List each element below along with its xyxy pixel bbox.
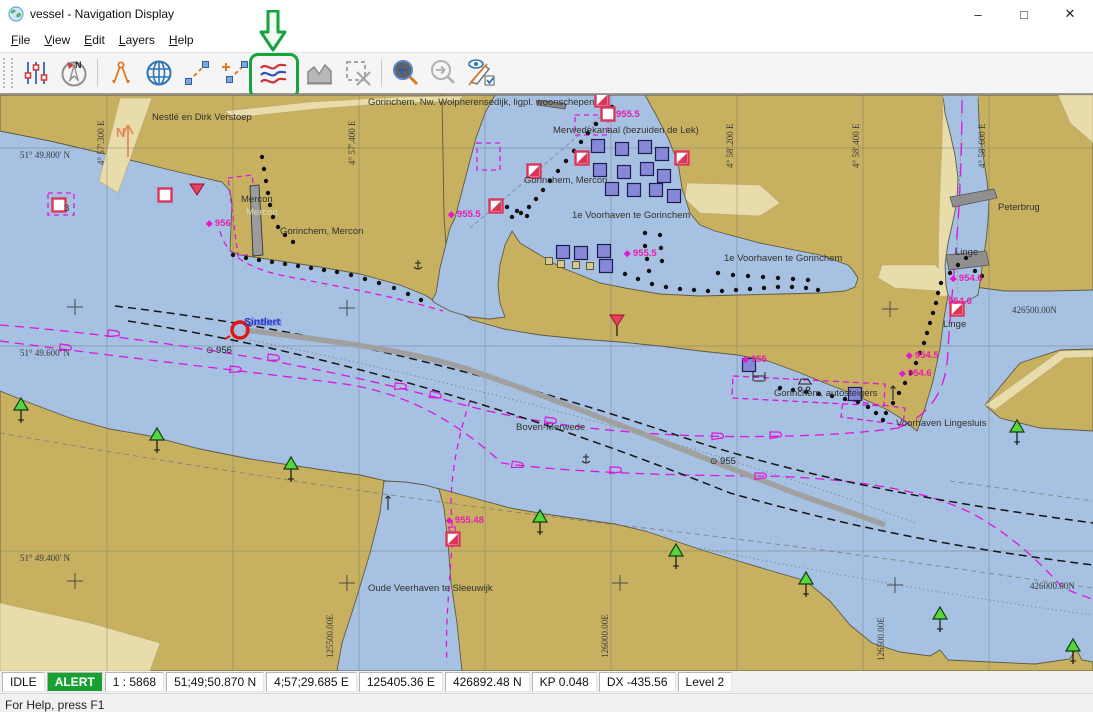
status-kp: KP 0.048 xyxy=(532,672,597,692)
status-scale: 1 : 5868 xyxy=(105,672,164,692)
orientation-compass-button[interactable]: N xyxy=(55,56,93,90)
toolbar-separator xyxy=(296,59,297,87)
status-alert-badge: ALERT xyxy=(47,672,103,692)
help-bar: For Help, press F1 xyxy=(0,693,1093,712)
chart-view[interactable]: Gorinchem, Nw. Wolpherensedijk, ligpl. w… xyxy=(0,94,1093,671)
toolbar-separator xyxy=(97,59,98,87)
clear-selection-button[interactable] xyxy=(339,56,377,90)
zoom-next-button[interactable] xyxy=(424,56,462,90)
projection-globe-button[interactable] xyxy=(140,56,178,90)
deselect-icon xyxy=(343,58,373,88)
maximize-button[interactable]: □ xyxy=(1001,0,1047,28)
vessel-visibility-button[interactable] xyxy=(462,56,500,90)
toolbar: N xyxy=(0,53,1093,94)
add-route-point-button[interactable] xyxy=(216,56,254,90)
menu-edit[interactable]: Edit xyxy=(77,30,112,50)
menu-file[interactable]: File xyxy=(4,30,37,50)
minimize-button[interactable]: – xyxy=(955,0,1001,28)
zoom-previous-button[interactable] xyxy=(386,56,424,90)
status-level: Level 2 xyxy=(678,672,733,692)
status-easting: 125405.36 E xyxy=(359,672,443,692)
help-text: For Help, press F1 xyxy=(5,698,104,712)
vessel-check-icon xyxy=(465,58,497,88)
status-dx: DX -435.56 xyxy=(599,672,676,692)
north-compass-icon: N xyxy=(59,58,89,88)
nautical-chart xyxy=(0,95,1093,671)
menu-view[interactable]: View xyxy=(37,30,77,50)
area-chart-icon xyxy=(304,58,336,88)
sliders-icon xyxy=(22,59,50,87)
status-longitude: 4;57;29.685 E xyxy=(266,672,357,692)
status-northing: 426892.48 N xyxy=(445,672,530,692)
depth-profile-button[interactable] xyxy=(301,56,339,90)
window-title: vessel - Navigation Display xyxy=(30,7,174,21)
waterway-guidance-button[interactable] xyxy=(254,56,292,90)
title-bar: vessel - Navigation Display – □ ✕ xyxy=(0,0,1093,28)
toolbar-separator xyxy=(381,59,382,87)
menu-layers[interactable]: Layers xyxy=(112,30,162,50)
waves-icon xyxy=(258,58,288,88)
zoom-forward-icon xyxy=(428,58,458,88)
measure-line-button[interactable] xyxy=(178,56,216,90)
zoom-back-icon xyxy=(390,58,420,88)
measure-line-icon xyxy=(183,59,211,87)
toolbar-gripper[interactable] xyxy=(3,58,13,88)
status-mode: IDLE xyxy=(2,672,45,692)
dividers-icon xyxy=(107,59,135,87)
dividers-tool-button[interactable] xyxy=(102,56,140,90)
application-window: vessel - Navigation Display – □ ✕ File V… xyxy=(0,0,1093,712)
close-button[interactable]: ✕ xyxy=(1047,0,1093,28)
status-latitude: 51;49;50.870 N xyxy=(166,672,264,692)
globe-icon xyxy=(144,58,174,88)
status-bar: IDLE ALERT 1 : 5868 51;49;50.870 N 4;57;… xyxy=(0,671,1093,693)
menu-bar: File View Edit Layers Help xyxy=(0,28,1093,53)
display-filters-button[interactable] xyxy=(17,56,55,90)
menu-help[interactable]: Help xyxy=(162,30,201,50)
window-controls: – □ ✕ xyxy=(955,0,1093,28)
add-line-icon xyxy=(220,58,250,88)
globe-app-icon xyxy=(8,6,24,22)
svg-text:N: N xyxy=(75,60,82,70)
